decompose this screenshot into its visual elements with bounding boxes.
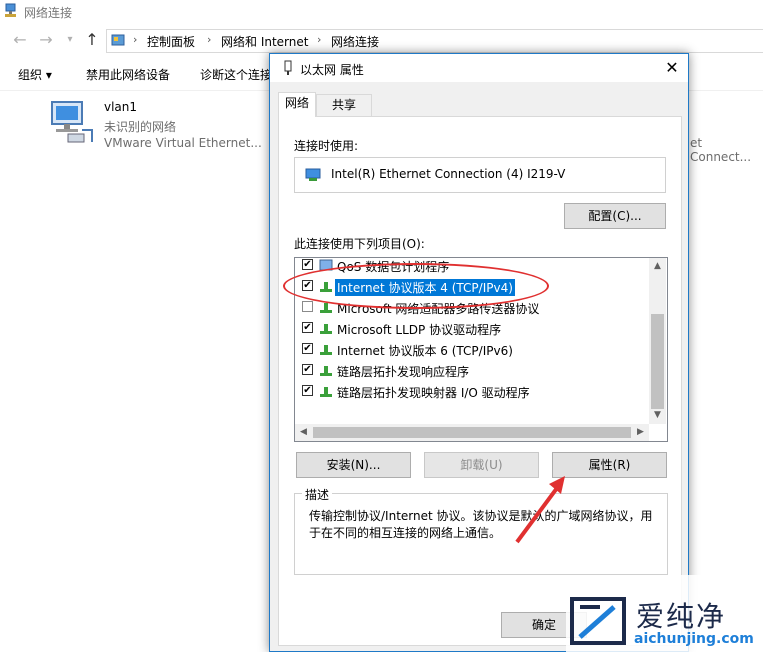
vertical-scroll-thumb[interactable] (651, 314, 664, 409)
list-item[interactable]: ✔ 链路层拓扑发现响应程序 (295, 360, 649, 381)
description-label: 描述 (302, 486, 333, 503)
scroll-left-icon[interactable]: ◀ (295, 427, 312, 437)
back-arrow-icon[interactable]: ← (10, 30, 30, 50)
description-group: 描述 传输控制协议/Internet 协议。该协议是默认的广域网络协议，用于在不… (294, 486, 668, 575)
protocol-icon (319, 364, 333, 381)
protocol-icon (319, 343, 333, 360)
network-folder-icon (4, 3, 20, 19)
organize-menu[interactable]: 组织 ▾ (18, 66, 52, 83)
adapter-name: Intel(R) Ethernet Connection (4) I219-V (331, 167, 566, 181)
breadcrumb-network-connections[interactable]: 网络连接 (331, 33, 379, 50)
checkbox[interactable]: ✔ (302, 364, 313, 375)
connection-status: 未识别的网络 (104, 120, 177, 134)
annotation-arrow-icon (515, 476, 565, 544)
network-adapter-icon (305, 166, 323, 187)
items-label: 此连接使用下列项目(O): (294, 237, 425, 251)
description-text: 传输控制协议/Internet 协议。该协议是默认的广域网络协议，用于在不同的相… (309, 509, 653, 540)
explorer-title-bar: 网络连接 (0, 0, 763, 24)
address-box[interactable]: › 控制面板 › 网络和 Internet › 网络连接 (106, 29, 763, 53)
dialog-title-bar[interactable]: 以太网 属性 ✕ (270, 54, 688, 82)
checkbox[interactable]: ✔ (302, 343, 313, 354)
watermark-url: aichunjing.com (634, 631, 754, 647)
network-tab-panel: 连接时使用: Intel(R) Ethernet Connection (4) … (278, 116, 682, 646)
breadcrumb-separator-icon: › (133, 33, 138, 46)
tab-network[interactable]: 网络 (278, 92, 316, 117)
ethernet-properties-dialog: 以太网 属性 ✕ 网络 共享 连接时使用: Intel(R) Ethernet … (269, 53, 689, 652)
dialog-title: 以太网 属性 (300, 63, 364, 77)
checkbox[interactable]: ✔ (302, 385, 313, 396)
watermark: 爱纯净 aichunjing.com (566, 575, 763, 652)
close-icon[interactable]: ✕ (658, 56, 686, 80)
install-button[interactable]: 安装(N)... (296, 452, 411, 478)
disable-device-button[interactable]: 禁用此网络设备 (86, 66, 170, 83)
scroll-right-icon[interactable]: ▶ (632, 427, 649, 437)
breadcrumb-network-internet[interactable]: 网络和 Internet (221, 33, 308, 50)
checkbox[interactable]: ✔ (302, 322, 313, 333)
address-bar-row: ← → ▾ ↑ › 控制面板 › 网络和 Internet › 网络连接 (0, 26, 763, 54)
ethernet-icon (282, 60, 294, 79)
list-item-label: 链路层拓扑发现映射器 I/O 驱动程序 (337, 386, 530, 400)
horizontal-scrollbar[interactable]: ◀ ▶ (295, 424, 649, 441)
diagnose-connection-button[interactable]: 诊断这个连接 (200, 66, 272, 83)
list-item-label: Internet 协议版本 6 (TCP/IPv6) (337, 344, 513, 358)
tab-sharing[interactable]: 共享 (316, 94, 372, 116)
forward-arrow-icon[interactable]: → (36, 30, 56, 50)
control-panel-icon (111, 33, 127, 52)
breadcrumb-separator-icon: › (317, 33, 322, 46)
breadcrumb-separator-icon: › (207, 33, 212, 46)
adapter-box: Intel(R) Ethernet Connection (4) I219-V (294, 157, 666, 193)
list-item-label: 链路层拓扑发现响应程序 (337, 365, 470, 379)
vertical-scrollbar[interactable]: ▲ ▼ (649, 258, 666, 424)
explorer-title: 网络连接 (24, 6, 73, 20)
list-item[interactable]: ✔ Internet 协议版本 6 (TCP/IPv6) (295, 339, 649, 360)
configure-button[interactable]: 配置(C)... (564, 203, 666, 229)
network-adapter-icon (48, 100, 96, 149)
protocol-icon (319, 322, 333, 339)
list-item[interactable]: ✔ 链路层拓扑发现映射器 I/O 驱动程序 (295, 381, 649, 402)
checkbox[interactable]: ✔ (302, 259, 313, 270)
other-connection-device[interactable]: et Connect... (690, 136, 763, 164)
connection-name: vlan1 (104, 100, 138, 114)
recent-chevron-icon[interactable]: ▾ (60, 30, 80, 50)
list-item[interactable]: ✔ Microsoft LLDP 协议驱动程序 (295, 318, 649, 339)
watermark-brand: 爱纯净 (636, 600, 727, 633)
connect-using-label: 连接时使用: (294, 139, 359, 153)
breadcrumb-control-panel[interactable]: 控制面板 (147, 33, 195, 50)
scroll-up-icon[interactable]: ▲ (649, 261, 666, 271)
connection-device: VMware Virtual Ethernet... (104, 136, 262, 150)
protocol-icon (319, 385, 333, 402)
horizontal-scroll-thumb[interactable] (313, 427, 631, 438)
checkbox[interactable] (302, 301, 313, 312)
up-arrow-icon[interactable]: ↑ (82, 30, 102, 50)
highlight-ellipse (283, 263, 549, 309)
watermark-logo-icon (570, 597, 626, 645)
connection-item-vlan1[interactable]: vlan1 未识别的网络 VMware Virtual Ethernet... (48, 96, 278, 154)
scroll-down-icon[interactable]: ▼ (649, 410, 666, 420)
list-item-label: Microsoft LLDP 协议驱动程序 (337, 323, 502, 337)
